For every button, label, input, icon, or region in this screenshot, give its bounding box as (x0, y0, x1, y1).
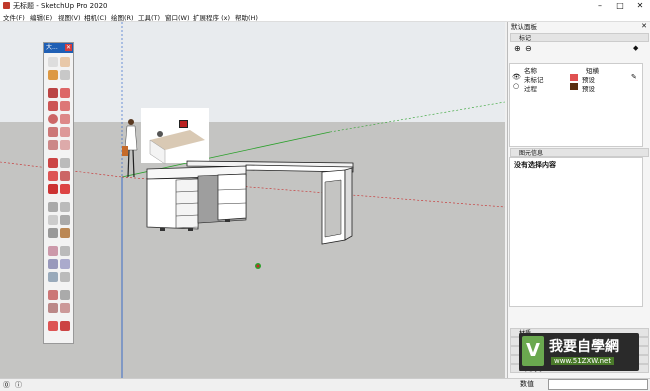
push-pull-icon[interactable] (60, 158, 70, 168)
look-around-icon[interactable] (48, 303, 58, 313)
geolocation-icon[interactable]: ⓪ (3, 380, 10, 390)
delete-tag-icon[interactable]: ⊖ (525, 44, 532, 53)
tool-panel-title: 大... (46, 44, 58, 51)
axes-icon[interactable] (48, 228, 58, 238)
tool-panel-close-icon[interactable]: ✕ (65, 44, 72, 51)
menu-camera[interactable]: 相机(C) (84, 12, 107, 22)
entity-info-panel: 没有选择内容 (509, 157, 643, 307)
modeling-viewport[interactable]: 大... ✕ (0, 22, 505, 378)
entity-info-section-header[interactable]: 图元信息 (510, 148, 649, 157)
menu-bar: 文件(F) 编辑(E) 视图(V) 相机(C) 绘图(R) 工具(T) 窗口(W… (0, 11, 650, 22)
menu-help[interactable]: 帮助(H) (235, 12, 258, 22)
sky (0, 22, 505, 122)
zoom-extents-icon[interactable] (48, 272, 58, 282)
line-icon[interactable] (48, 88, 58, 98)
menu-view[interactable]: 视图(V) (58, 12, 81, 22)
circle-icon[interactable] (48, 114, 58, 124)
ground (0, 122, 505, 378)
add-tag-icon[interactable]: ⊕ (514, 44, 521, 53)
instructor-info-icon[interactable]: ⓘ (15, 380, 22, 390)
entity-section-title: 图元信息 (519, 150, 544, 157)
tags-section-header[interactable]: 标记 (510, 33, 649, 42)
large-tool-set-panel: 大... ✕ (43, 42, 74, 344)
rectangle-icon[interactable] (48, 101, 58, 111)
rotate-icon[interactable] (48, 171, 58, 181)
menu-tools[interactable]: 工具(T) (138, 12, 160, 22)
freehand-icon[interactable] (60, 88, 70, 98)
polygon-icon[interactable] (60, 114, 70, 124)
tape-measure-icon[interactable] (48, 202, 58, 212)
pie-icon[interactable] (60, 140, 70, 150)
tool-panel-title-bar[interactable]: 大... ✕ (44, 43, 73, 53)
walk-icon[interactable] (60, 290, 70, 300)
visibility-eye-icon[interactable]: ○ (513, 82, 519, 90)
orbit-icon[interactable] (48, 246, 58, 256)
component-icon[interactable] (60, 70, 70, 80)
watermark-logo: V 我要自學網 www.51ZXW.net (519, 333, 639, 371)
tag-row-dash[interactable]: 预设 (582, 83, 595, 93)
paint-bucket-icon[interactable] (48, 70, 58, 80)
minimize-icon[interactable]: – (590, 0, 610, 11)
text-icon[interactable] (60, 215, 70, 225)
tags-section-title: 标记 (519, 35, 532, 42)
window-title: 无标题 - SketchUp Pro 2020 (13, 2, 108, 10)
protractor-icon[interactable] (48, 215, 58, 225)
3d-text-icon[interactable] (60, 228, 70, 238)
measurements-input[interactable] (548, 379, 648, 390)
scene-canvas (0, 22, 505, 378)
watermark-url: www.51ZXW.net (551, 357, 615, 365)
menu-edit[interactable]: 编辑(E) (30, 12, 52, 22)
watermark-text: 我要自學網 (549, 339, 619, 355)
select-icon[interactable] (48, 57, 58, 67)
reference-image (141, 108, 209, 165)
rotated-rectangle-icon[interactable] (60, 101, 70, 111)
follow-me-icon[interactable] (60, 171, 70, 181)
zoom-icon[interactable] (48, 259, 58, 269)
tray-close-icon[interactable]: ✕ (641, 22, 647, 30)
visibility-eye-icon[interactable]: 👁 (512, 73, 521, 81)
title-bar: 无标题 - SketchUp Pro 2020 – □ ✕ (0, 0, 650, 11)
tag-details-icon[interactable]: ◆ (633, 44, 638, 52)
dimension-icon[interactable] (60, 202, 70, 212)
section-plane-icon[interactable] (60, 303, 70, 313)
tag-color-swatch[interactable] (570, 83, 578, 90)
tags-table: 名称 短横 👁 未标记 预设 ✎ ○ 过程 预设 (509, 63, 643, 147)
tag-row-name[interactable]: 过程 (524, 83, 537, 93)
sketchup-app-icon (3, 2, 10, 9)
previous-view-icon[interactable] (60, 272, 70, 282)
watermark-emblem: V (522, 336, 544, 366)
move-icon[interactable] (48, 158, 58, 168)
menu-draw[interactable]: 绘图(R) (111, 12, 134, 22)
tag-color-swatch[interactable] (570, 74, 578, 81)
two-point-arc-icon[interactable] (60, 127, 70, 137)
eraser-icon[interactable] (60, 57, 70, 67)
measurements-label: 数值 (520, 380, 534, 388)
menu-window[interactable]: 窗口(W) (165, 12, 190, 22)
menu-file[interactable]: 文件(F) (3, 12, 25, 22)
menu-extensions[interactable]: 扩展程序 (x) (193, 12, 230, 22)
offset-icon[interactable] (60, 184, 70, 194)
position-camera-icon[interactable] (48, 290, 58, 300)
active-tag-pencil-icon: ✎ (631, 73, 637, 81)
three-point-arc-icon[interactable] (48, 140, 58, 150)
tray-title: 默认面板 (511, 23, 537, 31)
zoom-window-icon[interactable] (60, 259, 70, 269)
maximize-icon[interactable]: □ (610, 0, 630, 11)
scale-icon[interactable] (48, 184, 58, 194)
arc-icon[interactable] (48, 127, 58, 137)
close-icon[interactable]: ✕ (630, 0, 650, 11)
3d-warehouse-icon[interactable] (48, 321, 58, 331)
extension-warehouse-icon[interactable] (60, 321, 70, 331)
pan-icon[interactable] (60, 246, 70, 256)
axis-origin-marker (255, 263, 261, 269)
entity-empty-text: 没有选择内容 (514, 161, 556, 169)
